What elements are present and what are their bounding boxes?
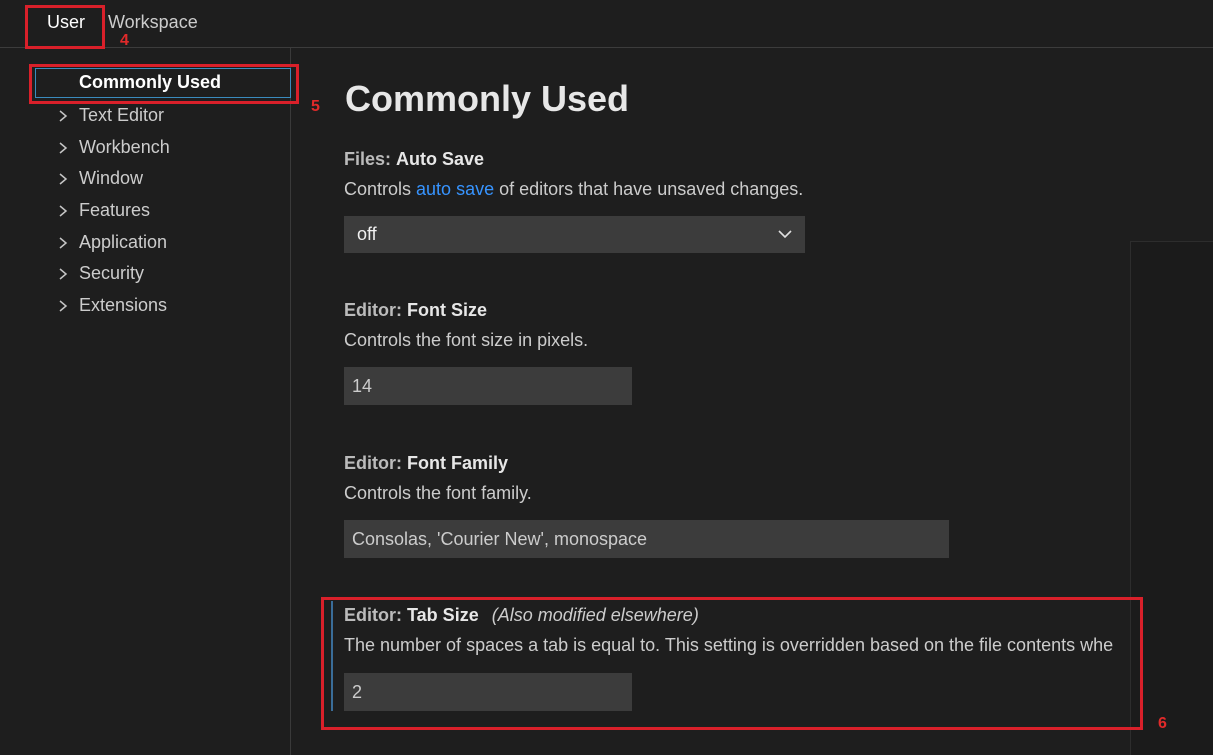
annotation-box-5: [29, 64, 299, 104]
toc-item-label: Application: [79, 232, 168, 252]
setting-category: Editor:: [344, 453, 402, 473]
setting-title: Editor: Font Family: [344, 453, 1144, 474]
setting-name: Font Family: [407, 453, 509, 473]
setting-name: Font Size: [407, 300, 488, 320]
setting-description: Controls auto save of editors that have …: [344, 179, 1144, 200]
chevron-right-icon: [59, 237, 68, 249]
auto-save-select[interactable]: off: [344, 216, 805, 253]
toc-item-extensions[interactable]: Extensions: [0, 291, 290, 321]
chevron-right-icon: [59, 142, 68, 154]
annotation-number-6: 6: [1158, 715, 1167, 732]
toc-item-label: Window: [79, 168, 144, 188]
chevron-right-icon: [59, 268, 68, 280]
toc-item-window[interactable]: Window: [0, 164, 290, 194]
setting-title: Editor: Font Size: [344, 300, 1144, 321]
setting-description: Controls the font size in pixels.: [344, 330, 589, 350]
toc-item-security[interactable]: Security: [0, 259, 290, 289]
page-title: Commonly Used: [345, 78, 630, 119]
settings-editor: User Workspace Commonly Used Text Editor…: [0, 0, 1213, 755]
setting-category: Editor:: [344, 300, 402, 320]
toc-item-label: Workbench: [79, 137, 170, 157]
toc-item-application[interactable]: Application: [0, 228, 290, 258]
chevron-down-icon: [778, 230, 792, 239]
font-family-input[interactable]: [344, 520, 949, 558]
chevron-right-icon: [59, 205, 68, 217]
toc-item-workbench[interactable]: Workbench: [0, 133, 290, 163]
settings-toc: Commonly Used Text Editor Workbench Wind…: [0, 48, 291, 755]
select-value: off: [357, 224, 377, 244]
setting-editor-font-family: Editor: Font Family Controls the font fa…: [344, 453, 1144, 504]
chevron-right-icon: [59, 300, 68, 312]
setting-title: Files: Auto Save: [344, 149, 1144, 170]
scope-tabs: User Workspace: [0, 0, 1213, 48]
setting-files-auto-save: Files: Auto Save Controls auto save of e…: [344, 149, 1144, 200]
setting-category: Files:: [344, 149, 392, 169]
toc-item-label: Text Editor: [79, 105, 165, 125]
auto-save-link[interactable]: auto save: [416, 179, 494, 199]
chevron-right-icon: [59, 173, 68, 185]
toc-item-text-editor[interactable]: Text Editor: [0, 101, 290, 131]
setting-name: Auto Save: [396, 149, 485, 169]
toc-item-label: Extensions: [79, 295, 168, 315]
chevron-right-icon: [59, 110, 68, 122]
annotation-number-5: 5: [311, 98, 320, 115]
annotation-box-4: [25, 5, 105, 49]
font-size-input[interactable]: [344, 367, 632, 405]
toc-item-label: Security: [79, 263, 145, 283]
desc-suffix: of editors that have unsaved changes.: [494, 179, 804, 199]
tab-workspace[interactable]: Workspace: [108, 12, 198, 33]
annotation-number-4: 4: [120, 32, 129, 49]
annotation-box-6: [321, 597, 1143, 730]
toc-item-features[interactable]: Features: [0, 196, 290, 226]
setting-editor-font-size: Editor: Font Size Controls the font size…: [344, 300, 1144, 351]
toc-item-label: Features: [79, 200, 151, 220]
setting-description: Controls the font family.: [344, 483, 532, 503]
desc-prefix: Controls: [344, 179, 417, 199]
